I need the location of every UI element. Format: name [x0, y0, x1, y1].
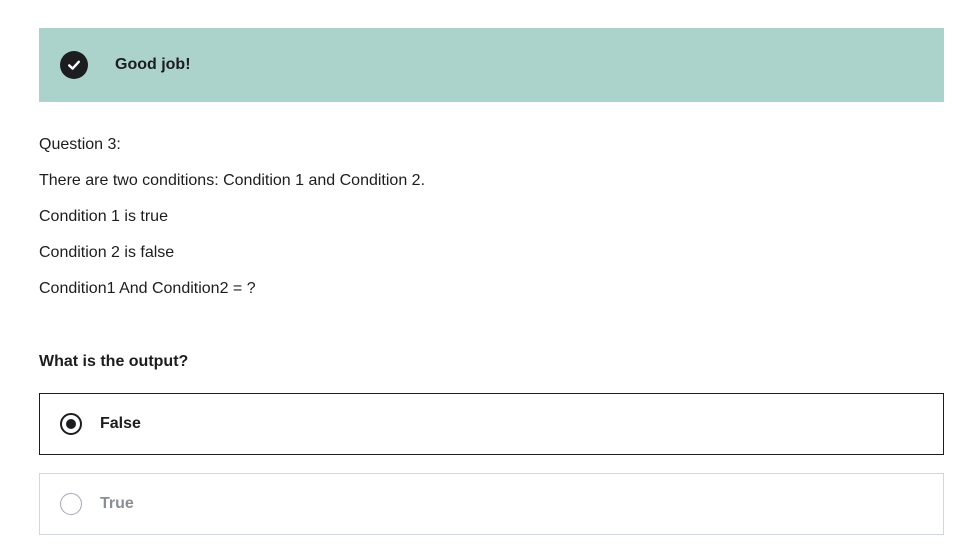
answer-option-false[interactable]: False [39, 393, 944, 455]
feedback-message: Good job! [115, 56, 191, 73]
check-circle-icon [60, 51, 88, 79]
question-line: Condition 1 is true [39, 208, 168, 225]
feedback-banner: Good job! [39, 28, 944, 102]
quiz-page: Good job! Question 3: There are two cond… [0, 0, 961, 554]
answer-label: False [100, 415, 141, 432]
radio-selected-icon[interactable] [60, 413, 82, 435]
answer-option-true[interactable]: True [39, 473, 944, 535]
question-line: Condition1 And Condition2 = ? [39, 280, 256, 297]
question-line: Condition 2 is false [39, 244, 175, 261]
question-prompt: What is the output? [39, 353, 189, 370]
question-line: There are two conditions: Condition 1 an… [39, 172, 426, 189]
question-text: Question 3: There are two conditions: Co… [39, 136, 919, 316]
answer-label: True [100, 495, 134, 512]
question-number: Question 3: [39, 136, 121, 153]
radio-unselected-icon[interactable] [60, 493, 82, 515]
